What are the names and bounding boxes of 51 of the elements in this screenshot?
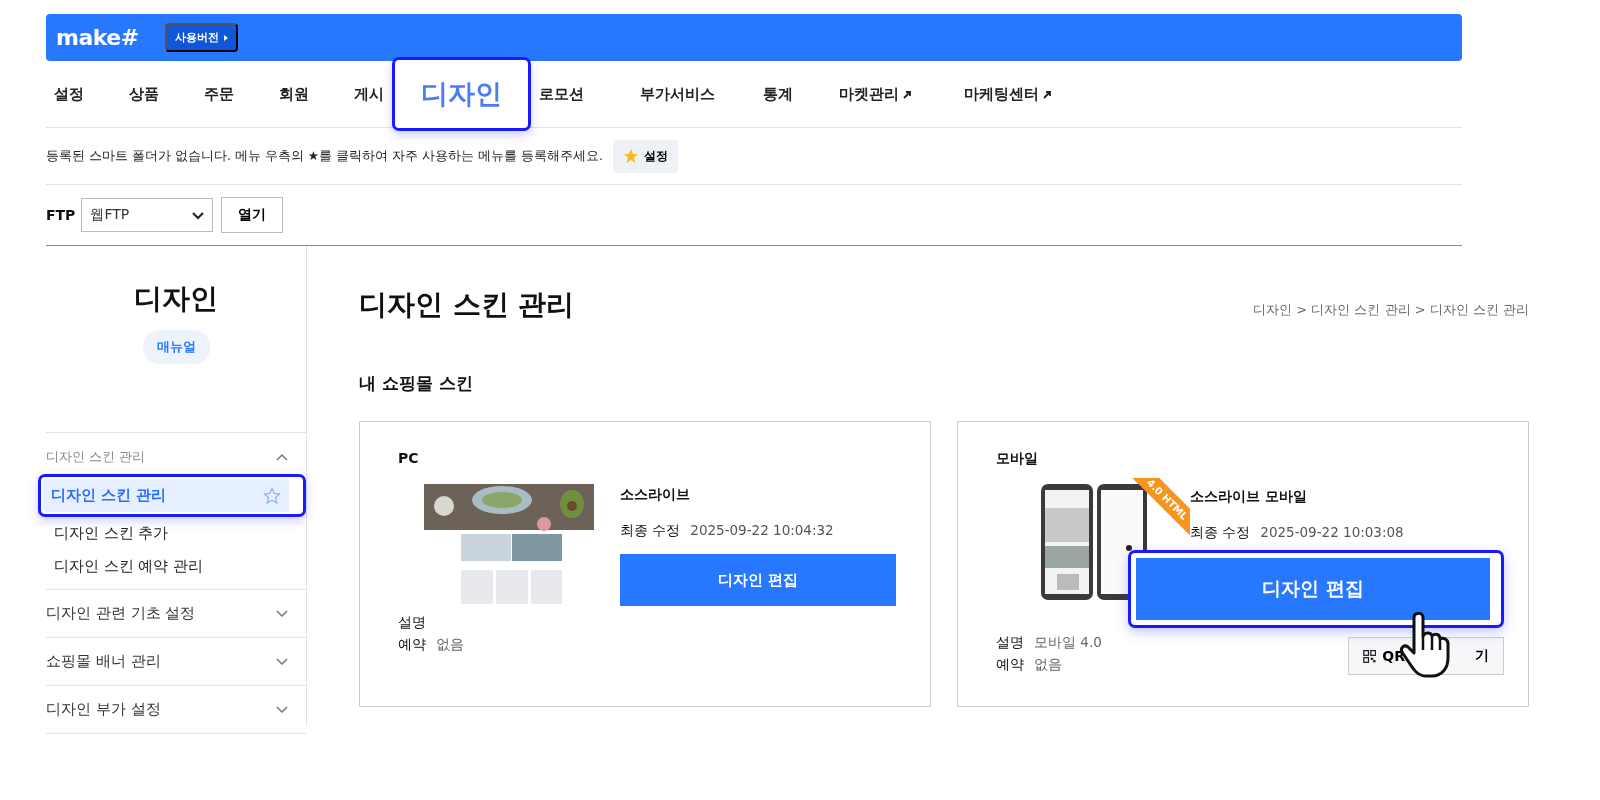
platform-label: PC — [398, 450, 420, 466]
nav-menu-item[interactable]: 부가서비스 — [640, 84, 715, 104]
nav-menu-item[interactable]: 회원 — [279, 84, 309, 104]
field-label: 최종 수정 — [620, 522, 681, 540]
nav-menu-item[interactable]: 마켓관리 — [839, 84, 912, 104]
qr-code-icon — [1363, 647, 1377, 665]
star-icon[interactable] — [263, 486, 281, 505]
section-title: 내 쇼핑몰 스킨 — [359, 372, 474, 395]
sidebar-item[interactable]: 디자인 스킨 추가 — [46, 517, 292, 550]
sidebar-title: 디자인 — [133, 281, 219, 317]
logo[interactable]: make# — [56, 25, 139, 50]
nav-menu-item[interactable]: 로모션 — [539, 84, 584, 104]
skin-name: 소스라이브 — [620, 486, 691, 504]
edit-design-button[interactable]: 디자인 편집 — [1136, 558, 1490, 620]
field-label: 설명 — [398, 613, 426, 632]
field-label: 예약 — [398, 634, 426, 654]
sidebar-group-header[interactable]: 디자인 관련 기초 설정 — [46, 596, 306, 631]
page-title: 디자인 스킨 관리 — [359, 287, 575, 323]
edit-design-button[interactable]: 디자인 편집 — [620, 554, 896, 606]
version-badge[interactable]: 사용버전 — [164, 23, 238, 52]
modified-date: 2025-09-22 10:04:32 — [690, 522, 834, 540]
field-label: 최종 수정 — [1190, 524, 1251, 542]
sidebar-group-header[interactable]: 쇼핑몰 배너 관리 — [46, 644, 306, 679]
manual-button[interactable]: 매뉴얼 — [142, 330, 210, 364]
sidebar-item[interactable]: 디자인 스킨 관리 — [43, 479, 289, 512]
ftp-label: FTP — [46, 207, 76, 223]
chevron-down-icon — [192, 210, 205, 220]
nav-menu-item[interactable]: 마케팅센터 — [964, 84, 1052, 104]
callout-label: 디자인 — [392, 57, 531, 131]
breadcrumb: 디자인 > 디자인 스킨 관리 > 디자인 스킨 관리 — [1253, 301, 1529, 319]
star-icon — [622, 148, 639, 164]
modified-date: 2025-09-22 10:03:08 — [1260, 524, 1404, 542]
skin-name: 소스라이브 모바일 — [1190, 488, 1308, 506]
sidebar-group-header[interactable]: 디자인 부가 설정 — [46, 692, 306, 727]
nav-menu-item[interactable]: 게시 — [354, 84, 384, 104]
open-button[interactable]: 열기 — [221, 197, 284, 233]
folder-settings-button[interactable]: 설정 — [612, 139, 678, 173]
ftp-select[interactable]: 웹FTP — [81, 198, 214, 232]
nav-menu-item[interactable]: 설정 — [54, 84, 84, 104]
smart-folder-message: 등록된 스마트 폴더가 없습니다. 메뉴 우측의 ★를 클릭하여 자주 사용하는 메뉴를 등록해주세요. — [46, 147, 603, 165]
reservation-value: 없음 — [436, 634, 464, 654]
nav-menu-item[interactable]: 주문 — [204, 84, 234, 104]
sidebar-item[interactable]: 디자인 스킨 예약 관리 — [46, 550, 292, 583]
platform-label: 모바일 — [996, 450, 1039, 468]
reservation-value: 없음 — [1034, 654, 1062, 674]
sidebar-group-header[interactable]: 디자인 스킨 관리 — [46, 439, 306, 474]
description-value: 모바일 4.0 — [1034, 633, 1102, 652]
nav-menu-item[interactable]: 상품 — [129, 84, 159, 104]
nav-menu-item[interactable]: 통계 — [763, 84, 793, 104]
field-label: 예약 — [996, 654, 1024, 674]
field-label: 설명 — [996, 633, 1024, 652]
